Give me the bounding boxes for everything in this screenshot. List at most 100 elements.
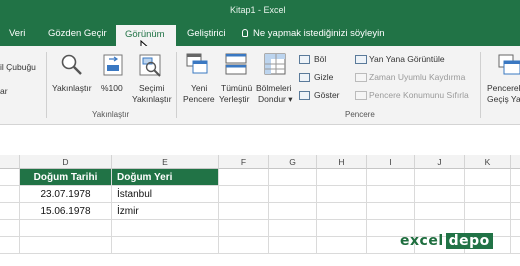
- lightbulb-icon: [242, 29, 248, 37]
- table-cell-birth-date[interactable]: 23.07.1978: [20, 186, 112, 203]
- table-cell[interactable]: [0, 220, 20, 237]
- table-cell[interactable]: [0, 203, 20, 220]
- table-cell[interactable]: [20, 237, 112, 254]
- table-cell[interactable]: [219, 220, 269, 237]
- table-cell[interactable]: [0, 169, 20, 186]
- zoom-selection-icon: [139, 54, 161, 77]
- ribbon-tabs: Veri Gözden Geçir Görünüm Geliştirici Ne…: [0, 22, 520, 46]
- zoom-100-label: %100: [101, 83, 123, 93]
- table-cell[interactable]: [465, 186, 511, 203]
- table-cell[interactable]: [219, 203, 269, 220]
- switch-windows-icon: [498, 54, 520, 75]
- side-by-side-icon: [355, 55, 367, 64]
- tab-veri[interactable]: Veri: [9, 28, 25, 39]
- table-cell[interactable]: [367, 169, 415, 186]
- zoom-100-icon: [103, 54, 123, 76]
- table-cell-birth-place[interactable]: İstanbul: [112, 186, 219, 203]
- table-cell[interactable]: [269, 220, 317, 237]
- arrange-all-icon: [225, 53, 247, 75]
- switch-windows-label-1: Pencerel: [487, 83, 520, 93]
- exceldepo-logo: excel depo: [400, 233, 493, 249]
- view-side-by-side-button[interactable]: Yan Yana Görüntüle: [369, 54, 445, 64]
- window-group-label: Pencere: [345, 110, 375, 119]
- table-cell[interactable]: [465, 203, 511, 220]
- table-cell-birth-date[interactable]: 15.06.1978: [20, 203, 112, 220]
- table-cell[interactable]: [317, 237, 367, 254]
- hide-icon: [299, 73, 310, 82]
- group-separator: [176, 52, 177, 118]
- new-window-icon: [186, 53, 208, 74]
- table-header-cell[interactable]: Doğum Yeri: [112, 169, 219, 186]
- column-header-j[interactable]: J: [415, 155, 465, 169]
- table-cell[interactable]: [317, 220, 367, 237]
- freeze-panes-label-1: Bölmeleri: [256, 83, 292, 93]
- zoom-label: Yakınlaştır: [52, 83, 92, 93]
- synchronous-scrolling-button[interactable]: Zaman Uyumlu Kaydırma: [369, 72, 465, 82]
- arrange-all-label-1: Tümünü: [221, 83, 253, 93]
- table-cell[interactable]: [367, 186, 415, 203]
- column-header-e[interactable]: E: [112, 155, 219, 169]
- table-cell[interactable]: [465, 169, 511, 186]
- window-title: Kitap1 - Excel: [230, 5, 286, 15]
- column-header-partial[interactable]: [0, 155, 20, 169]
- table-cell-birth-place[interactable]: İzmir: [112, 203, 219, 220]
- unhide-button[interactable]: Göster: [314, 90, 340, 100]
- ribbon: il Çubuğu ar Yakınlaştır %100 Seçimi Yak…: [0, 46, 520, 125]
- table-cell[interactable]: [511, 220, 520, 237]
- table-cell[interactable]: [0, 237, 20, 254]
- table-cell[interactable]: [317, 203, 367, 220]
- reset-window-position-button[interactable]: Pencere Konumunu Sıfırla: [369, 90, 469, 100]
- column-header-d[interactable]: D: [20, 155, 112, 169]
- worksheet-grid[interactable]: D E F G H I J K Doğum Tarihi Doğum Yeri …: [0, 155, 520, 266]
- table-cell[interactable]: [269, 169, 317, 186]
- new-window-label-2: Pencere: [183, 94, 215, 104]
- switch-windows-label-2: Geçiş Ya: [487, 94, 520, 104]
- split-button[interactable]: Böl: [314, 54, 326, 64]
- table-cell[interactable]: [219, 237, 269, 254]
- column-header-f[interactable]: F: [219, 155, 269, 169]
- table-cell[interactable]: [20, 220, 112, 237]
- reset-window-position-icon: [355, 91, 367, 100]
- table-cell[interactable]: [415, 186, 465, 203]
- table-cell[interactable]: [269, 237, 317, 254]
- zoom-group-label: Yakınlaştır: [92, 110, 130, 119]
- column-header-partial[interactable]: [511, 155, 520, 169]
- column-header-i[interactable]: I: [367, 155, 415, 169]
- table-cell[interactable]: [511, 186, 520, 203]
- unhide-icon: [299, 91, 310, 100]
- table-cell[interactable]: [511, 203, 520, 220]
- table-cell[interactable]: [415, 203, 465, 220]
- table-cell[interactable]: [415, 169, 465, 186]
- partial-left-label-1[interactable]: il Çubuğu: [0, 62, 36, 72]
- table-cell[interactable]: [0, 186, 20, 203]
- hide-button[interactable]: Gizle: [314, 72, 333, 82]
- magnifier-icon: [61, 54, 82, 75]
- tell-me-box[interactable]: Ne yapmak istediğinizi söyleyin: [242, 28, 384, 39]
- table-cell[interactable]: [317, 169, 367, 186]
- column-header-g[interactable]: G: [269, 155, 317, 169]
- column-header-k[interactable]: K: [465, 155, 511, 169]
- table-cell[interactable]: [219, 186, 269, 203]
- tab-gelistirici[interactable]: Geliştirici: [187, 28, 226, 39]
- table-cell[interactable]: [367, 203, 415, 220]
- freeze-panes-label-2: Dondur ▾: [258, 94, 293, 104]
- partial-left-label-2[interactable]: ar: [0, 86, 8, 96]
- table-header-cell[interactable]: Doğum Tarihi: [20, 169, 112, 186]
- table-cell[interactable]: [112, 220, 219, 237]
- table-cell[interactable]: [269, 203, 317, 220]
- tab-gozden-gecir[interactable]: Gözden Geçir: [48, 28, 107, 39]
- table-cell[interactable]: [317, 186, 367, 203]
- table-cell[interactable]: [219, 169, 269, 186]
- tell-me-text: Ne yapmak istediğinizi söyleyin: [253, 28, 385, 39]
- logo-text-depo: depo: [445, 233, 493, 249]
- table-cell[interactable]: [511, 237, 520, 254]
- new-window-label-1: Yeni: [191, 83, 208, 93]
- table-cell[interactable]: [269, 186, 317, 203]
- column-header-h[interactable]: H: [317, 155, 367, 169]
- zoom-selection-label-1: Seçimi: [139, 83, 165, 93]
- group-separator: [480, 52, 481, 118]
- formula-area: [0, 125, 520, 155]
- table-cell[interactable]: [112, 237, 219, 254]
- title-bar: Kitap1 - Excel: [0, 0, 520, 22]
- table-cell[interactable]: [511, 169, 520, 186]
